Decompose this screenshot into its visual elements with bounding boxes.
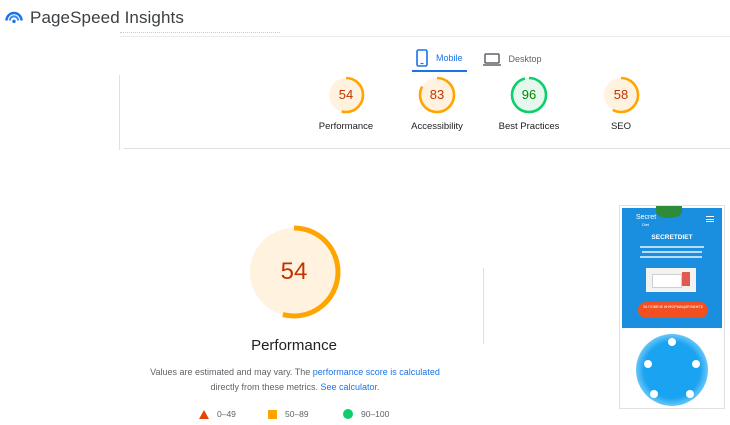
performance-description: Values are estimated and may vary. The p…	[130, 365, 460, 395]
text-line	[642, 251, 702, 253]
score-gauge-seo[interactable]: 58 SEO	[576, 75, 666, 132]
triangle-icon	[199, 409, 209, 419]
score-value: 58	[613, 87, 629, 102]
pagespeed-logo-icon[interactable]	[4, 8, 24, 28]
score-label: Best Practices	[498, 121, 560, 132]
circle-icon	[343, 409, 353, 419]
tab-mobile-label: Mobile	[436, 53, 463, 63]
thumbnail-brand-sub: Diet	[642, 222, 650, 227]
app-title: PageSpeed Insights	[30, 8, 184, 27]
score-value: 83	[429, 87, 445, 102]
page-screenshot-thumbnail[interactable]: Secret Diet SECRETDIET ЗА ПОВЕЧЕ ИНФОРМА…	[619, 205, 725, 409]
legend-average-range: 50–89	[285, 409, 309, 419]
gutter-divider	[119, 75, 120, 150]
legend-fail-range: 0–49	[217, 409, 236, 419]
smartphone-icon	[416, 49, 428, 67]
app-header: PageSpeed Insights	[0, 0, 730, 36]
feature-dot	[644, 360, 652, 368]
performance-title: Performance	[251, 337, 337, 354]
thumbnail-heading: SECRETDIET	[651, 234, 693, 241]
text-line	[640, 256, 702, 258]
feature-dot	[650, 390, 658, 398]
gauge-ring: 83	[417, 75, 457, 115]
score-gauge-best-practices[interactable]: 96 Best Practices	[484, 75, 574, 132]
device-tabs: Mobile Desktop	[412, 46, 546, 72]
thumbnail-hero: Secret Diet SECRETDIET ЗА ПОВЕЧЕ ИНФОРМА…	[622, 206, 722, 328]
tab-desktop[interactable]: Desktop	[479, 46, 546, 72]
performance-gauge-large: 54	[246, 224, 342, 320]
legend-pass-range: 90–100	[361, 409, 390, 419]
desc-text-1: Values are estimated and may vary. The	[150, 367, 313, 377]
gauge-ring: 96	[509, 75, 549, 115]
product-image	[646, 268, 696, 292]
score-gauge-accessibility[interactable]: 83 Accessibility	[392, 75, 482, 132]
feature-dot	[692, 360, 700, 368]
feature-dot	[686, 390, 694, 398]
score-label: Accessibility	[411, 121, 463, 132]
desc-text-2: directly from these metrics.	[210, 382, 321, 392]
thumbnail-brand-name: Secret	[636, 214, 657, 221]
tab-mobile[interactable]: Mobile	[412, 46, 467, 72]
square-icon	[268, 409, 277, 419]
score-label: Performance	[318, 121, 374, 132]
performance-score: 54	[280, 258, 308, 285]
hamburger-menu-icon	[706, 216, 714, 222]
feature-circle	[636, 334, 708, 406]
legend-pass: 90–100	[343, 409, 389, 419]
score-label: SEO	[610, 121, 632, 132]
gauge-ring: 54	[326, 75, 366, 115]
feature-dot	[668, 338, 676, 346]
legend-fail: 0–49	[199, 409, 236, 419]
performance-score-link[interactable]: performance score is calculated	[313, 367, 440, 377]
vertical-divider	[483, 268, 484, 344]
tab-desktop-label: Desktop	[508, 54, 542, 64]
gauge-ring: 58	[601, 75, 641, 115]
desktop-icon	[482, 52, 501, 66]
header-divider	[120, 36, 730, 37]
score-gauge-performance[interactable]: 54 Performance	[301, 75, 391, 132]
pagespeed-page: PageSpeed Insights Mobile Desktop 54 Per…	[0, 0, 730, 425]
score-value: 96	[521, 87, 537, 102]
thumbnail-feature-wheel	[622, 330, 722, 408]
leaf-graphic	[656, 206, 682, 218]
text-line	[640, 246, 704, 248]
legend-average: 50–89	[268, 409, 309, 419]
thumbnail-brand: Secret Diet	[636, 214, 656, 228]
section-divider	[124, 148, 730, 149]
see-calculator-link[interactable]: See calculator.	[320, 382, 379, 392]
thumbnail-cta-button: ЗА ПОВЕЧЕ ИНФОРМАЦИЯ ВИЖТЕ	[638, 302, 708, 318]
score-value: 54	[338, 87, 354, 102]
